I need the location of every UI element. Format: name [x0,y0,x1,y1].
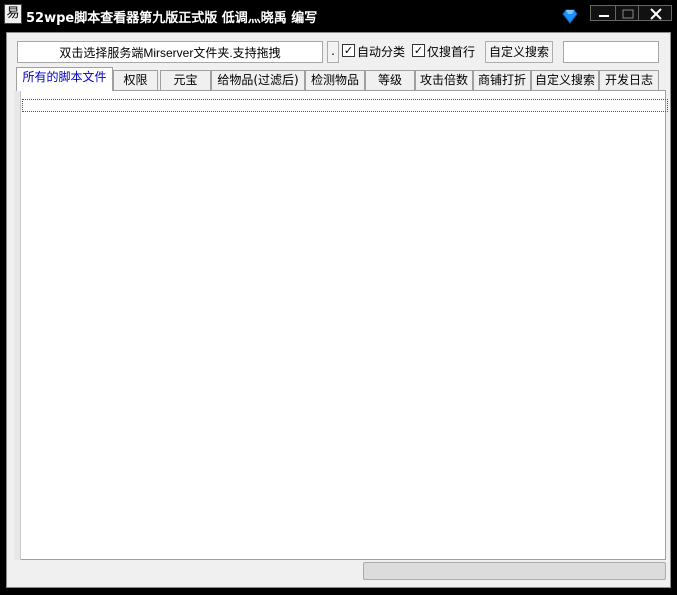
vertical-scrollbar[interactable] [14,90,21,560]
browse-button[interactable]: . [327,41,339,63]
tab-give-items[interactable]: 给物品(过滤后) [211,70,305,90]
main-window-body: . ✓ 自动分类 ✓ 仅搜首行 自定义搜索 所有的脚本文件 权限 元宝 给物品(… [6,32,671,588]
maximize-button[interactable] [615,5,639,21]
gem-icon [562,9,578,24]
tab-attack-multiplier[interactable]: 攻击倍数 [415,70,473,90]
horizontal-scrollbar[interactable] [363,562,666,580]
tab-permissions[interactable]: 权限 [113,70,158,90]
custom-search-input[interactable] [563,41,659,63]
app-icon: 易 [4,4,22,24]
close-icon [650,8,662,20]
tab-yuanbao[interactable]: 元宝 [160,70,211,90]
first-line-only-label: 仅搜首行 [427,45,476,59]
tab-check-items[interactable]: 检测物品 [305,70,365,90]
path-input[interactable] [17,41,323,63]
custom-search-button[interactable]: 自定义搜索 [485,41,553,63]
maximize-icon [622,9,634,19]
tab-shop-discount[interactable]: 商铺打折 [473,70,531,90]
tab-panel [14,90,668,560]
tab-level[interactable]: 等级 [365,70,415,90]
minimize-icon [599,15,609,17]
first-line-only-checkbox[interactable]: ✓ [412,44,425,57]
minimize-button[interactable] [590,5,616,21]
tab-dev-log[interactable]: 开发日志 [599,70,659,90]
close-button[interactable] [638,5,672,21]
tab-custom-search[interactable]: 自定义搜索 [531,70,599,90]
window-title: 52wpe脚本查看器第九版正式版 低调灬晓禹 编写 [26,11,318,26]
auto-classify-checkbox[interactable]: ✓ [342,44,355,57]
tab-all-scripts[interactable]: 所有的脚本文件 [16,67,113,91]
auto-classify-label: 自动分类 [357,45,406,59]
script-file-list[interactable] [22,99,668,112]
